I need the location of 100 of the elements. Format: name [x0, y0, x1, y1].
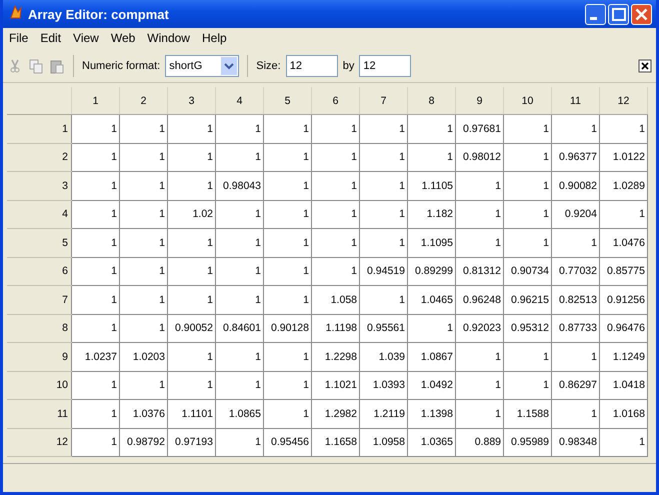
- table-cell[interactable]: 1: [216, 428, 264, 456]
- table-cell[interactable]: 1: [312, 172, 360, 200]
- column-header[interactable]: 6: [312, 87, 360, 114]
- table-cell[interactable]: 1: [216, 143, 264, 172]
- column-header[interactable]: 12: [600, 87, 648, 114]
- menu-item[interactable]: File: [9, 31, 28, 47]
- table-cell[interactable]: 0.85775: [600, 257, 648, 286]
- table-cell[interactable]: 1: [120, 172, 168, 200]
- table-cell[interactable]: 0.87733: [552, 314, 600, 342]
- table-cell[interactable]: 1.0865: [216, 400, 264, 428]
- table-cell[interactable]: 1: [168, 114, 216, 143]
- menu-item[interactable]: Edit: [40, 31, 62, 47]
- table-cell[interactable]: 1: [168, 228, 216, 257]
- table-cell[interactable]: 1: [312, 257, 360, 286]
- table-cell[interactable]: 1: [168, 286, 216, 314]
- table-cell[interactable]: 1: [360, 114, 408, 143]
- table-cell[interactable]: 1.1658: [312, 428, 360, 456]
- table-cell[interactable]: 1.1105: [408, 172, 456, 200]
- column-header[interactable]: 3: [168, 87, 216, 114]
- rows-field[interactable]: 12: [286, 55, 338, 77]
- table-cell[interactable]: 1: [264, 257, 312, 286]
- table-cell[interactable]: 1: [168, 371, 216, 400]
- table-cell[interactable]: 1: [264, 286, 312, 314]
- row-header[interactable]: 4: [7, 200, 72, 228]
- table-cell[interactable]: 1.2982: [312, 400, 360, 428]
- table-cell[interactable]: 1: [120, 371, 168, 400]
- table-cell[interactable]: 1: [264, 172, 312, 200]
- table-cell[interactable]: 1: [408, 314, 456, 342]
- table-cell[interactable]: 0.98043: [216, 172, 264, 200]
- column-header[interactable]: 1: [72, 87, 120, 114]
- table-cell[interactable]: 1.0492: [408, 371, 456, 400]
- menu-item[interactable]: Help: [202, 31, 227, 47]
- table-cell[interactable]: 1: [264, 114, 312, 143]
- row-header[interactable]: 7: [7, 286, 72, 314]
- table-cell[interactable]: 1: [456, 371, 504, 400]
- maximize-button[interactable]: [608, 4, 629, 24]
- row-header[interactable]: 6: [7, 257, 72, 286]
- table-cell[interactable]: 0.9204: [552, 200, 600, 228]
- table-cell[interactable]: 1: [456, 400, 504, 428]
- table-cell[interactable]: 1.1588: [504, 400, 552, 428]
- table-cell[interactable]: 1: [216, 371, 264, 400]
- row-header[interactable]: 2: [7, 143, 72, 172]
- table-cell[interactable]: 1.039: [360, 342, 408, 371]
- table-cell[interactable]: 1: [360, 143, 408, 172]
- table-cell[interactable]: 1: [552, 228, 600, 257]
- table-cell[interactable]: 1: [72, 228, 120, 257]
- table-cell[interactable]: 1.058: [312, 286, 360, 314]
- table-cell[interactable]: 1: [600, 114, 648, 143]
- table-cell[interactable]: 1.0376: [120, 400, 168, 428]
- table-cell[interactable]: 1.0365: [408, 428, 456, 456]
- table-cell[interactable]: 1.1249: [600, 342, 648, 371]
- table-cell[interactable]: 0.91256: [600, 286, 648, 314]
- table-cell[interactable]: 1: [120, 114, 168, 143]
- close-icon[interactable]: [638, 59, 652, 73]
- table-cell[interactable]: 1: [504, 172, 552, 200]
- row-header[interactable]: 11: [7, 400, 72, 428]
- minimize-button[interactable]: [585, 4, 606, 24]
- table-cell[interactable]: 1: [72, 428, 120, 456]
- row-header[interactable]: 12: [7, 428, 72, 456]
- table-cell[interactable]: 0.90082: [552, 172, 600, 200]
- format-dropdown[interactable]: shortG: [165, 55, 240, 77]
- row-header[interactable]: 10: [7, 371, 72, 400]
- table-cell[interactable]: 1.0476: [600, 228, 648, 257]
- column-header[interactable]: 5: [264, 87, 312, 114]
- table-cell[interactable]: 1: [168, 257, 216, 286]
- caret-icon[interactable]: [221, 57, 238, 75]
- table-cell[interactable]: 0.95312: [504, 314, 552, 342]
- table-cell[interactable]: 1: [600, 200, 648, 228]
- table-cell[interactable]: 0.98012: [456, 143, 504, 172]
- table-cell[interactable]: 1: [552, 342, 600, 371]
- table-cell[interactable]: 1: [120, 257, 168, 286]
- table-cell[interactable]: 1.182: [408, 200, 456, 228]
- table-cell[interactable]: 1: [120, 228, 168, 257]
- table-cell[interactable]: 1: [360, 172, 408, 200]
- table-cell[interactable]: 1: [504, 114, 552, 143]
- table-cell[interactable]: 0.81312: [456, 257, 504, 286]
- table-cell[interactable]: 1.1198: [312, 314, 360, 342]
- row-header[interactable]: 3: [7, 172, 72, 200]
- table-cell[interactable]: 1: [264, 371, 312, 400]
- table-cell[interactable]: 1.0289: [600, 172, 648, 200]
- table-cell[interactable]: 1.2119: [360, 400, 408, 428]
- table-cell[interactable]: 1: [600, 428, 648, 456]
- table-cell[interactable]: 1: [216, 114, 264, 143]
- table-cell[interactable]: 0.96476: [600, 314, 648, 342]
- table-cell[interactable]: 1: [264, 200, 312, 228]
- table-cell[interactable]: 1: [72, 400, 120, 428]
- column-header[interactable]: 11: [552, 87, 600, 114]
- table-cell[interactable]: 1: [120, 200, 168, 228]
- table-cell[interactable]: 1: [504, 342, 552, 371]
- table-cell[interactable]: 1: [360, 286, 408, 314]
- table-cell[interactable]: 1: [264, 228, 312, 257]
- table-cell[interactable]: 1: [216, 228, 264, 257]
- table-cell[interactable]: 1: [216, 342, 264, 371]
- row-header[interactable]: 8: [7, 314, 72, 342]
- table-cell[interactable]: 0.89299: [408, 257, 456, 286]
- table-cell[interactable]: 1.2298: [312, 342, 360, 371]
- table-cell[interactable]: 0.96248: [456, 286, 504, 314]
- table-cell[interactable]: 1.0168: [600, 400, 648, 428]
- table-cell[interactable]: 1.0867: [408, 342, 456, 371]
- table-cell[interactable]: 1.1021: [312, 371, 360, 400]
